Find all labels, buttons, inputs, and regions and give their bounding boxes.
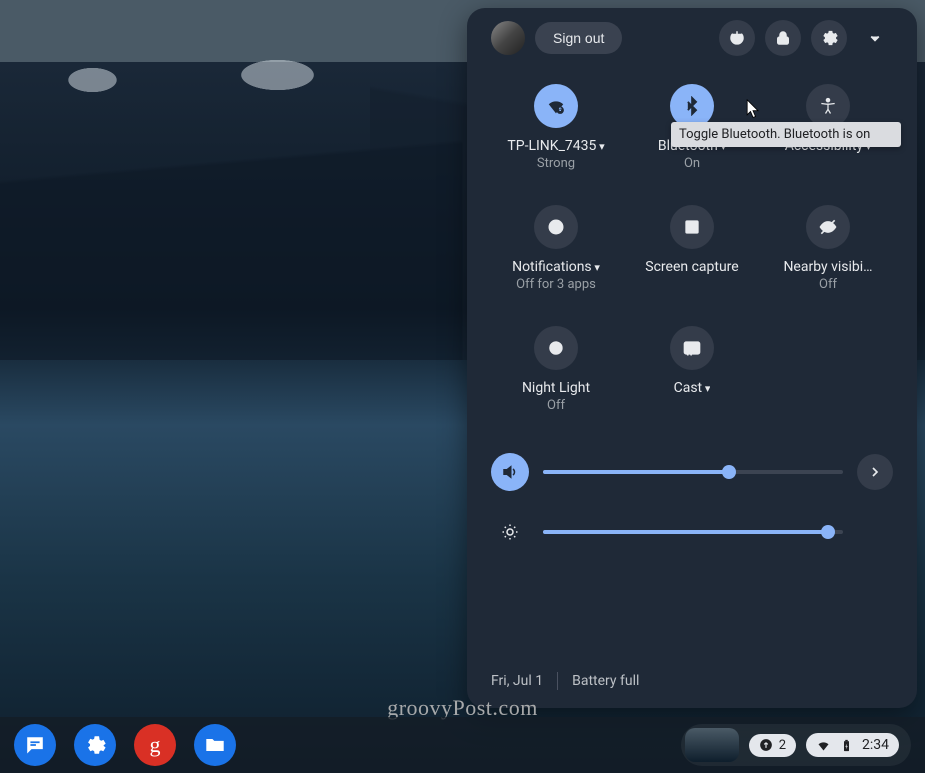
wifi-toggle[interactable] [534,84,578,128]
quick-settings-header: Sign out [491,20,893,56]
notification-pill[interactable]: 2 [749,734,796,757]
screen-capture-label: Screen capture [645,259,738,275]
screen-capture-button[interactable] [670,205,714,249]
avatar[interactable] [491,21,525,55]
status-area[interactable]: 2 2:34 [681,724,911,766]
folder-icon [204,734,226,756]
audio-settings-button[interactable] [857,454,893,490]
notifications-label[interactable]: Notifications [512,259,600,275]
chevron-down-icon [866,29,884,47]
quick-settings-panel: Sign out TP-LINK_7435 Strong Bluetoo [467,8,917,708]
nearby-sub: Off [819,277,837,292]
shelf-app-messages[interactable] [14,724,56,766]
wifi-label[interactable]: TP-LINK_7435 [507,138,604,154]
brightness-icon [501,523,519,541]
clock: 2:34 [862,737,889,753]
footer-battery[interactable]: Battery full [572,673,639,689]
night-light-label: Night Light [522,380,590,396]
night-light-toggle[interactable] [534,326,578,370]
shelf-app-groovypost[interactable]: g [134,724,176,766]
notifications-toggle[interactable] [534,205,578,249]
brightness-slider-row [491,513,893,551]
tile-screen-capture: Screen capture [627,205,757,292]
volume-button[interactable] [491,453,529,491]
night-light-sub: Off [547,398,565,413]
lock-icon [774,29,792,47]
tile-notifications: Notifications Off for 3 apps [491,205,621,292]
notification-count: 2 [779,738,786,753]
tile-wifi: TP-LINK_7435 Strong [491,84,621,171]
screen-capture-icon [682,217,702,237]
shelf-app-settings[interactable] [74,724,116,766]
wifi-sub: Strong [537,156,575,171]
bluetooth-icon [682,96,702,116]
settings-button[interactable] [811,20,847,56]
shelf-app-files[interactable] [194,724,236,766]
volume-slider-row [491,453,893,491]
cast-button[interactable] [670,326,714,370]
sign-out-button[interactable]: Sign out [535,22,622,54]
power-button[interactable] [719,20,755,56]
brightness-slider[interactable] [543,530,843,534]
dnd-icon [546,217,566,237]
gear-icon [820,29,838,47]
lock-button[interactable] [765,20,801,56]
brightness-button[interactable] [491,513,529,551]
quick-settings-tiles: TP-LINK_7435 Strong Bluetooth On Accessi… [491,84,893,413]
notifications-sub: Off for 3 apps [516,277,596,292]
system-tray[interactable]: 2:34 [806,733,899,757]
power-icon [728,29,746,47]
desk-thumbnail[interactable] [685,728,739,762]
tile-cast: Cast [627,326,757,413]
volume-icon [501,463,519,481]
battery-icon [839,738,854,753]
gear-icon [84,734,106,756]
night-light-icon [546,338,566,358]
chevron-right-icon [867,464,883,480]
shelf: g 2 2:34 [0,717,925,773]
cast-icon [682,338,702,358]
tile-night-light: Night Light Off [491,326,621,413]
footer-divider [557,672,558,690]
nearby-visibility-toggle[interactable] [806,205,850,249]
wifi-icon [816,738,831,753]
cast-label[interactable]: Cast [674,380,711,396]
footer-date: Fri, Jul 1 [491,673,543,689]
visibility-off-icon [818,217,838,237]
arrow-up-icon [759,738,773,752]
tile-nearby: Nearby visibi… Off [763,205,893,292]
accessibility-icon [818,96,838,116]
messages-icon [24,734,46,756]
collapse-button[interactable] [857,20,893,56]
nearby-label: Nearby visibi… [783,259,872,275]
bluetooth-tooltip: Toggle Bluetooth. Bluetooth is on [671,122,901,147]
quick-settings-footer: Fri, Jul 1 Battery full [491,650,893,690]
bluetooth-sub: On [684,156,700,171]
wifi-icon [546,96,566,116]
volume-slider[interactable] [543,470,843,474]
